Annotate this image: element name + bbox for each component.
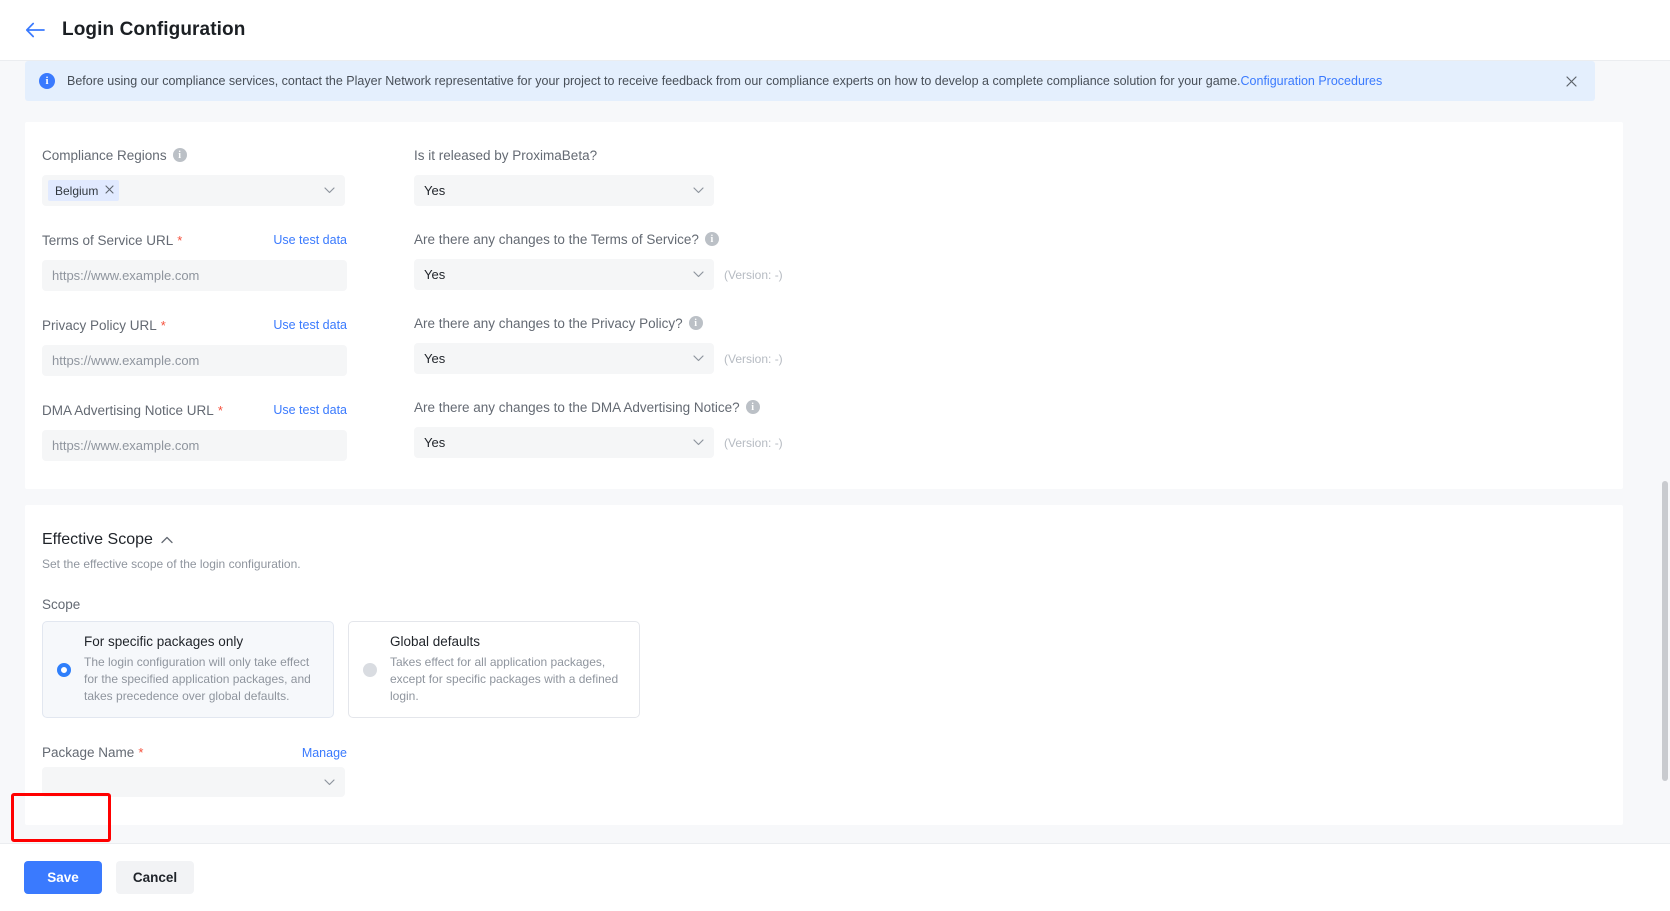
compliance-left-column: Compliance Regions i Belgium Terms of Se… [42,140,414,461]
tos-changes-label: Are there any changes to the Terms of Se… [414,232,719,247]
package-name-select[interactable] [42,767,345,797]
required-marker: * [160,317,166,333]
privacy-policy-url-input[interactable]: https://www.example.com [42,345,347,376]
action-footer: Save Cancel [0,843,1670,911]
use-test-data-link-tos[interactable]: Use test data [273,233,347,247]
scope-label: Scope [42,597,81,612]
close-icon[interactable] [1563,73,1579,89]
scope-options: For specific packages only The login con… [25,621,1623,718]
compliance-regions-select[interactable]: Belgium [42,175,345,206]
privacy-changes-label: Are there any changes to the Privacy Pol… [414,316,703,331]
terms-of-service-url-label: Terms of Service URL * [42,232,183,248]
dma-changes-select[interactable]: Yes [414,427,714,458]
field-compliance-regions: Compliance Regions i Belgium [42,140,414,206]
effective-scope-subtitle: Set the effective scope of the login con… [42,557,301,571]
chevron-down-icon [692,353,704,365]
dma-changes-value: Yes [424,435,446,450]
privacy-version-note: (Version: -) [724,351,783,366]
tos-version-note: (Version: -) [724,267,783,282]
tos-changes-select[interactable]: Yes [414,259,714,290]
field-dma-changes: Are there any changes to the DMA Adverti… [414,392,1623,458]
field-terms-of-service-url: Terms of Service URL * Use test data htt… [42,225,414,291]
field-privacy-changes: Are there any changes to the Privacy Pol… [414,308,1623,374]
region-tag-belgium[interactable]: Belgium [48,180,120,201]
region-tag-label: Belgium [55,183,99,198]
field-dma-advertising-notice-url: DMA Advertising Notice URL * Use test da… [42,395,414,461]
chevron-down-icon [692,269,704,281]
manage-packages-link[interactable]: Manage [302,746,347,760]
required-marker: * [177,232,183,248]
info-icon[interactable]: i [172,148,187,162]
scope-option-global-defaults-description: Takes effect for all application package… [390,655,619,703]
info-icon: i [39,73,55,89]
compliance-right-column: Is it released by ProximaBeta? Yes Are t… [414,140,1623,461]
radio-button-specific-packages[interactable] [57,662,71,677]
effective-scope-header[interactable]: Effective Scope [25,531,1623,549]
field-tos-changes: Are there any changes to the Terms of Se… [414,224,1623,290]
info-icon[interactable]: i [745,400,760,414]
required-marker: * [217,402,223,418]
compliance-card: Compliance Regions i Belgium Terms of Se… [25,122,1623,489]
chevron-down-icon [692,437,704,449]
effective-scope-title: Effective Scope [42,531,153,548]
chevron-up-icon[interactable] [161,536,173,544]
info-banner-text: Before using our compliance services, co… [67,72,1551,90]
info-banner: i Before using our compliance services, … [25,61,1595,101]
chevron-down-icon [692,185,704,197]
terms-of-service-url-input[interactable]: https://www.example.com [42,260,347,291]
tos-changes-value: Yes [424,267,446,282]
field-package-name: Package Name * Manage [25,745,1623,797]
chevron-down-icon [323,185,335,197]
released-by-proximabeta-value: Yes [424,183,446,198]
chevron-down-icon [323,776,335,788]
scrollbar-thumb[interactable] [1662,481,1668,781]
vertical-scrollbar[interactable] [1659,61,1670,843]
use-test-data-link-dma[interactable]: Use test data [273,403,347,417]
dma-advertising-notice-url-input[interactable]: https://www.example.com [42,430,347,461]
scope-option-global-defaults[interactable]: Global defaults Takes effect for all app… [348,621,640,718]
required-marker: * [138,745,144,760]
scope-option-global-defaults-title: Global defaults [390,634,481,649]
arrow-left-icon[interactable] [24,19,46,41]
privacy-policy-url-value: https://www.example.com [52,353,200,368]
login-configuration-page: Login Configuration i Before using our c… [0,0,1670,911]
save-button[interactable]: Save [24,861,102,894]
compliance-regions-label: Compliance Regions i [42,148,187,163]
close-icon[interactable] [105,184,114,197]
scope-option-specific-packages-title: For specific packages only [84,634,244,649]
privacy-policy-url-label: Privacy Policy URL * [42,317,166,333]
page-header: Login Configuration [0,0,1670,61]
released-by-proximabeta-select[interactable]: Yes [414,175,714,206]
package-name-label: Package Name * [42,745,144,760]
dma-advertising-notice-url-label: DMA Advertising Notice URL * [42,402,223,418]
info-icon[interactable]: i [688,316,703,330]
field-privacy-policy-url: Privacy Policy URL * Use test data https… [42,310,414,376]
released-by-proximabeta-label: Is it released by ProximaBeta? [414,147,598,163]
scope-option-specific-packages-description: The login configuration will only take e… [84,655,311,703]
info-icon[interactable]: i [704,232,719,246]
scope-option-specific-packages[interactable]: For specific packages only The login con… [42,621,334,718]
privacy-changes-value: Yes [424,351,446,366]
use-test-data-link-privacy[interactable]: Use test data [273,318,347,332]
dma-changes-label: Are there any changes to the DMA Adverti… [414,400,760,415]
left-edge-strip [0,122,11,911]
radio-button-global-defaults[interactable] [363,662,377,677]
page-title: Login Configuration [62,19,246,40]
info-banner-message: Before using our compliance services, co… [67,74,1241,88]
terms-of-service-url-value: https://www.example.com [52,268,200,283]
cancel-button[interactable]: Cancel [116,861,194,894]
dma-version-note: (Version: -) [724,435,783,450]
effective-scope-card: Effective Scope Set the effective scope … [25,505,1623,825]
configuration-procedures-link[interactable]: Configuration Procedures [1241,74,1383,88]
field-released-by-proximabeta: Is it released by ProximaBeta? Yes [414,140,1623,206]
scroll-body: i Before using our compliance services, … [0,61,1670,911]
dma-advertising-notice-url-value: https://www.example.com [52,438,200,453]
privacy-changes-select[interactable]: Yes [414,343,714,374]
